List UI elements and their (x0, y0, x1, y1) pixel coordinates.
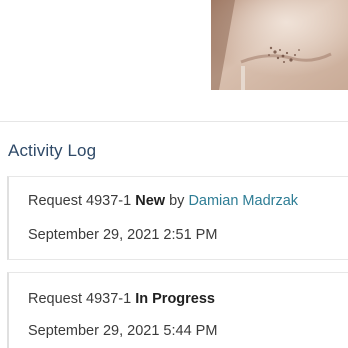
entry-status: In Progress (135, 291, 215, 307)
entry-timestamp: September 29, 2021 2:51 PM (28, 227, 218, 243)
activity-log-entry: Request 4937-1 In Progress September 29,… (7, 272, 348, 348)
activity-log-title: Activity Log (8, 141, 97, 160)
entry-user-link[interactable]: Damian Madrzak (188, 193, 298, 209)
entry-title: Request 4937-1 New by Damian Madrzak (28, 192, 298, 210)
entry-request-label: Request 4937-1 (28, 291, 132, 307)
page: Activity Log Request 4937-1 New by Damia… (0, 0, 348, 348)
photo-image (211, 0, 348, 90)
activity-log-entry: Request 4937-1 New by Damian Madrzak Sep… (7, 176, 348, 260)
entry-by-label: by (169, 193, 185, 209)
entry-timestamp: September 29, 2021 5:44 PM (28, 323, 218, 339)
entry-status: New (135, 193, 166, 209)
section-divider (0, 121, 348, 122)
entry-request-label: Request 4937-1 (28, 193, 132, 209)
attachment-photo[interactable] (211, 0, 348, 90)
entry-title: Request 4937-1 In Progress (28, 290, 215, 308)
